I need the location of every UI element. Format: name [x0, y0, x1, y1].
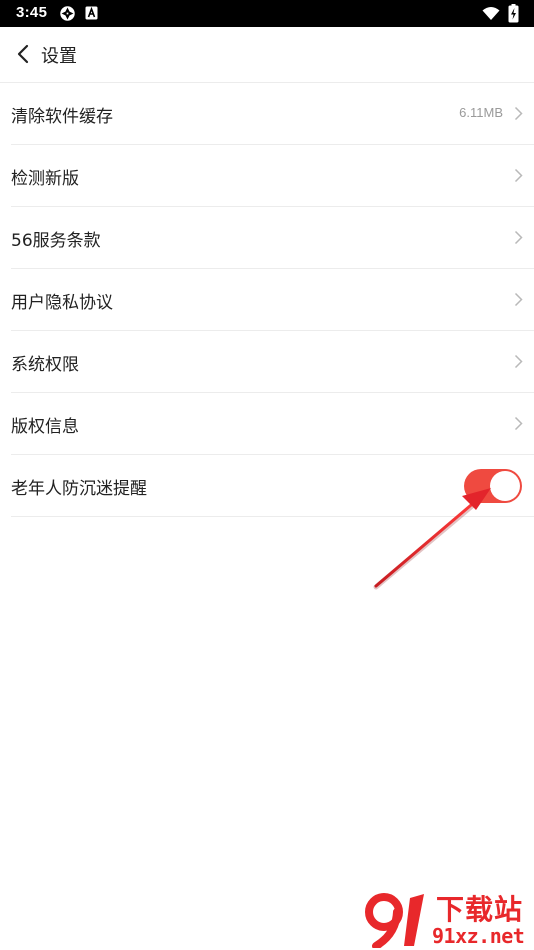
status-bar: 3:45	[0, 0, 534, 27]
wifi-icon	[482, 7, 500, 20]
settings-item-system-permissions[interactable]: 系统权限	[11, 331, 534, 393]
chevron-right-icon	[514, 168, 523, 183]
settings-item-label: 检测新版	[11, 169, 79, 189]
settings-item-label: 系统权限	[11, 355, 79, 375]
anti-addiction-toggle[interactable]	[464, 469, 522, 503]
page-title: 设置	[41, 46, 77, 67]
settings-item-label: 清除软件缓存	[11, 107, 113, 127]
watermark-logo-icon	[365, 893, 424, 948]
chevron-right-icon	[514, 416, 523, 431]
cache-size-value: 6.11MB	[459, 105, 503, 120]
settings-item-privacy-policy[interactable]: 用户隐私协议	[11, 269, 534, 331]
watermark-title: 下载站	[436, 893, 524, 926]
battery-charging-icon	[508, 4, 519, 23]
settings-list: 清除软件缓存 6.11MB 检测新版 56服务条款 用户隐私协议 系统权限 版权…	[0, 83, 534, 517]
settings-item-label: 版权信息	[11, 417, 79, 437]
settings-item-label: 老年人防沉迷提醒	[11, 479, 147, 499]
chevron-right-icon	[514, 106, 523, 121]
toggle-knob	[490, 471, 520, 501]
chevron-left-icon	[17, 44, 29, 64]
settings-item-copyright-info[interactable]: 版权信息	[11, 393, 534, 455]
status-time: 3:45	[16, 4, 48, 21]
settings-item-check-update[interactable]: 检测新版	[11, 145, 534, 207]
chevron-right-icon	[514, 230, 523, 245]
chevron-right-icon	[514, 292, 523, 307]
settings-item-clear-cache[interactable]: 清除软件缓存 6.11MB	[11, 83, 534, 145]
settings-item-elderly-anti-addiction: 老年人防沉迷提醒	[11, 455, 534, 517]
aperture-icon	[60, 6, 75, 21]
settings-item-terms-of-service[interactable]: 56服务条款	[11, 207, 534, 269]
settings-item-label: 56服务条款	[11, 231, 101, 251]
settings-item-label: 用户隐私协议	[11, 293, 113, 313]
top-nav-bar: 设置	[0, 27, 534, 83]
back-button[interactable]	[8, 37, 38, 71]
chevron-right-icon	[514, 354, 523, 369]
watermark: 下载站 91xz.net	[360, 888, 534, 950]
watermark-url: 91xz.net	[432, 924, 525, 948]
a-badge-icon	[85, 6, 98, 20]
